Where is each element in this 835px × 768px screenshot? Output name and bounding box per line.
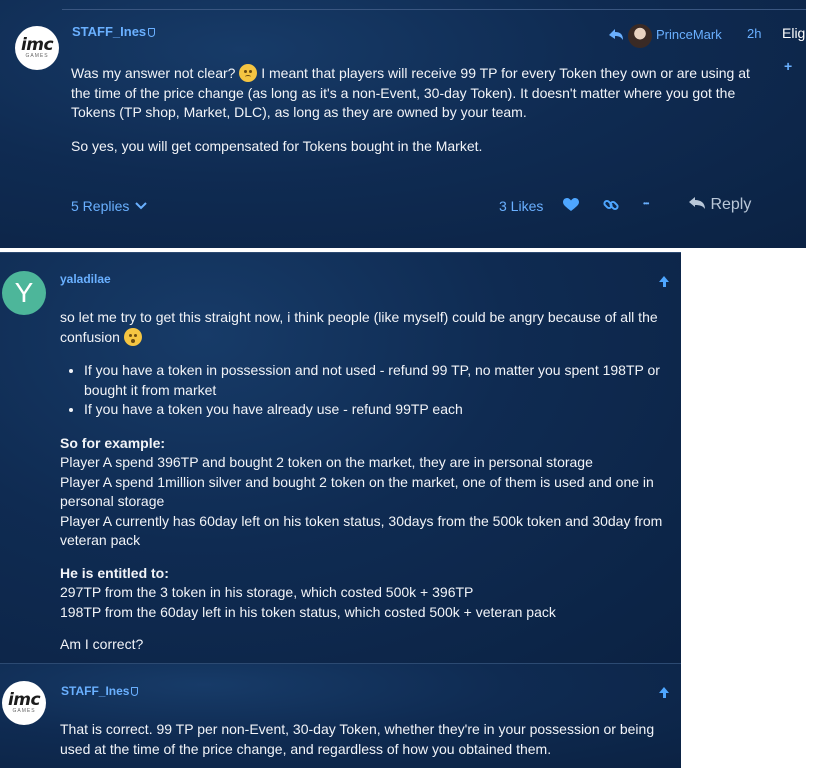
entitled-heading: He is entitled to: — [60, 564, 169, 581]
replies-label[interactable]: 5 Replies — [71, 198, 129, 214]
avatar[interactable]: imc GAMES — [15, 26, 59, 70]
imc-logo: imc — [20, 35, 54, 55]
example-heading: So for example: — [60, 434, 166, 451]
example-line: Player A spend 396TP and bought 2 token … — [60, 454, 593, 470]
scroll-up-arrow-icon[interactable] — [659, 687, 669, 698]
post-body: Was my answer not clear? I meant that pl… — [71, 64, 761, 156]
reply-to-avatar[interactable] — [628, 24, 652, 48]
username[interactable]: yaladilae — [60, 272, 111, 286]
post-user-question: Y yaladilae so let me try to get this st… — [0, 252, 681, 663]
reply-button[interactable]: Reply — [688, 196, 751, 214]
avatar-sub: GAMES — [12, 708, 36, 714]
avatar[interactable]: imc GAMES — [2, 681, 46, 725]
dizzy-face-emoji-icon — [123, 327, 142, 346]
reply-to-username[interactable]: PrinceMark — [656, 27, 722, 42]
text-run: so let me try to get this straight now, … — [60, 309, 658, 345]
username-link[interactable]: STAFF_Ines — [61, 684, 139, 698]
avatar[interactable]: Y — [2, 271, 46, 315]
scroll-up-arrow-icon[interactable] — [659, 276, 669, 287]
more-options-icon[interactable]: ••• — [643, 199, 649, 208]
reply-arrow-icon — [609, 29, 623, 40]
staff-shield-icon — [148, 28, 156, 37]
list-item: If you have a token you have already use… — [84, 400, 675, 420]
staff-shield-icon — [131, 687, 139, 696]
username[interactable]: STAFF_Ines — [61, 684, 129, 698]
post-body: so let me try to get this straight now, … — [60, 308, 675, 655]
post-staff-answer: imc GAMES STAFF_Ines PrinceMark 2h Elig … — [0, 0, 806, 248]
replies-toggle[interactable]: 5 Replies — [71, 198, 147, 214]
sidebar-peek-text: Elig — [782, 25, 806, 41]
username-link[interactable]: STAFF_Ines — [72, 24, 156, 39]
text-run: Was my answer not clear? — [71, 65, 236, 81]
imc-logo: imc — [7, 690, 41, 710]
example-line: Player A spend 1million silver and bough… — [60, 473, 654, 510]
sidebar-plus-icon[interactable]: + — [784, 58, 792, 74]
avatar-sub: GAMES — [25, 53, 49, 59]
likes-count[interactable]: 3 Likes — [499, 198, 543, 214]
post-staff-confirmation: imc GAMES STAFF_Ines That is correct. 99… — [0, 663, 681, 768]
post-time[interactable]: 2h — [747, 26, 761, 41]
link-icon[interactable] — [603, 197, 619, 213]
post-paragraph: So yes, you will get compensated for Tok… — [71, 137, 483, 154]
reply-label[interactable]: Reply — [710, 196, 751, 213]
example-line: Player A currently has 60day left on his… — [60, 512, 663, 549]
list-item: If you have a token in possession and no… — [84, 361, 675, 400]
post-paragraph: Was my answer not clear? I meant that pl… — [71, 64, 761, 123]
bullet-list: If you have a token in possession and no… — [60, 361, 675, 420]
divider — [62, 9, 806, 10]
post-body: That is correct. 99 TP per non-Event, 30… — [60, 721, 655, 757]
like-heart-icon[interactable] — [563, 198, 579, 212]
chevron-down-icon — [135, 202, 147, 210]
username[interactable]: STAFF_Ines — [72, 24, 146, 39]
entitled-line: 198TP from the 60day left in his token s… — [60, 603, 556, 620]
worried-face-emoji-icon — [239, 64, 258, 82]
entitled-line: 297TP from the 3 token in his storage, w… — [60, 584, 474, 600]
reply-arrow-icon — [689, 197, 705, 209]
question-line: Am I correct? — [60, 636, 144, 652]
post-paragraph: so let me try to get this straight now, … — [60, 308, 675, 347]
